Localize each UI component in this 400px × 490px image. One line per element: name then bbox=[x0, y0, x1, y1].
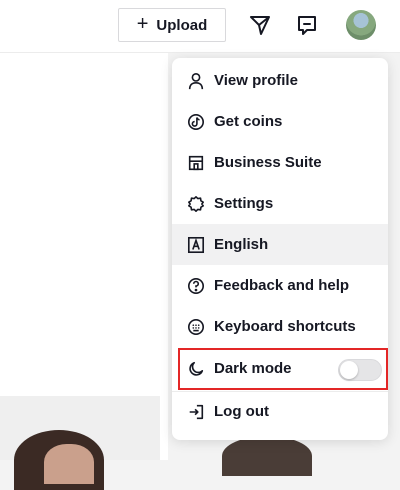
message-icon[interactable] bbox=[293, 11, 321, 39]
menu-item-label: Feedback and help bbox=[214, 277, 350, 294]
plus-icon: + bbox=[136, 13, 149, 35]
person-icon bbox=[186, 71, 206, 91]
menu-item-label: Get coins bbox=[214, 113, 283, 130]
video-thumbnail-face bbox=[44, 444, 94, 484]
coin-icon bbox=[186, 112, 206, 132]
toggle-knob bbox=[340, 361, 358, 379]
top-bar: + Upload bbox=[0, 0, 400, 53]
menu-item-label: View profile bbox=[214, 72, 298, 89]
send-icon[interactable] bbox=[246, 11, 274, 39]
avatar[interactable] bbox=[346, 10, 376, 40]
gear-icon bbox=[186, 194, 206, 214]
menu-item-label: English bbox=[214, 236, 269, 253]
menu-item-english[interactable]: English bbox=[172, 224, 388, 265]
menu-item-log-out[interactable]: Log out bbox=[172, 391, 388, 432]
upload-button[interactable]: + Upload bbox=[118, 8, 226, 42]
menu-item-business-suite[interactable]: Business Suite bbox=[172, 142, 388, 183]
menu-item-feedback-help[interactable]: Feedback and help bbox=[172, 265, 388, 306]
menu-item-label: Settings bbox=[214, 195, 274, 212]
dark-mode-toggle[interactable] bbox=[338, 359, 382, 381]
menu-item-get-coins[interactable]: Get coins bbox=[172, 101, 388, 142]
help-icon bbox=[186, 276, 206, 296]
keyboard-icon bbox=[186, 317, 206, 337]
video-thumbnail-right[interactable] bbox=[222, 436, 312, 476]
menu-item-view-profile[interactable]: View profile bbox=[172, 60, 388, 101]
menu-item-keyboard-shortcuts[interactable]: Keyboard shortcuts bbox=[172, 306, 388, 347]
logout-icon bbox=[186, 402, 206, 422]
menu-item-label: Log out bbox=[214, 403, 269, 420]
menu-item-label: Business Suite bbox=[214, 154, 322, 171]
language-icon bbox=[186, 235, 206, 255]
menu-item-settings[interactable]: Settings bbox=[172, 183, 388, 224]
menu-item-label: Keyboard shortcuts bbox=[214, 318, 356, 335]
upload-label: Upload bbox=[156, 16, 208, 34]
store-icon bbox=[186, 153, 206, 173]
